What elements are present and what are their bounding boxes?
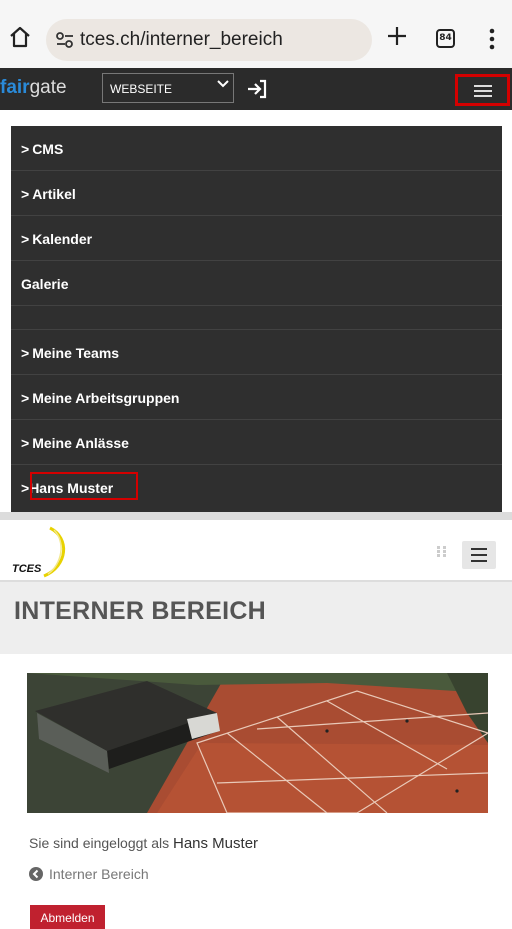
more-options-icon[interactable] xyxy=(488,27,496,51)
menu-item-label: CMS xyxy=(32,141,64,157)
hamburger-icon xyxy=(471,548,487,562)
address-bar[interactable]: tces.ch/interner_bereich xyxy=(46,19,372,61)
menu-toggle-button[interactable] xyxy=(455,74,510,106)
menu-item-kalender[interactable]: > Kalender xyxy=(11,216,502,261)
menu-item-label: Meine Arbeitsgruppen xyxy=(32,390,180,406)
site-header: TCES xyxy=(0,520,512,582)
back-link[interactable]: Interner Bereich xyxy=(29,866,149,882)
user-name: Hans Muster xyxy=(173,835,259,852)
menu-item-label: Galerie xyxy=(21,276,69,292)
menu-item-meine-arbeitsgruppen[interactable]: > Meine Arbeitsgruppen xyxy=(11,375,502,420)
login-icon[interactable] xyxy=(246,78,268,100)
new-tab-icon[interactable] xyxy=(385,24,409,48)
chevron-right-icon: > xyxy=(21,186,30,202)
website-select[interactable]: WEBSEITE xyxy=(102,73,234,103)
menu-spacer xyxy=(11,306,502,330)
chevron-right-icon: > xyxy=(21,231,30,247)
hamburger-icon xyxy=(474,85,492,97)
fairgate-admin-bar: fairgate WEBSEITE xyxy=(0,68,512,110)
browser-toolbar: tces.ch/interner_bereich 84 xyxy=(0,0,512,72)
menu-item-artikel[interactable]: > Artikel xyxy=(11,171,502,216)
website-select-label: WEBSEITE xyxy=(110,82,173,96)
page-title-band: INTERNER BEREICH xyxy=(0,582,512,654)
menu-item-label: Meine Teams xyxy=(32,345,120,361)
menu-item-cms[interactable]: > CMS xyxy=(11,126,502,171)
back-link-label: Interner Bereich xyxy=(49,866,149,882)
apps-grid-icon[interactable] xyxy=(436,545,448,557)
menu-item-meine-teams[interactable]: > Meine Teams xyxy=(11,330,502,375)
menu-item-label: Kalender xyxy=(32,231,93,247)
chevron-right-icon: > xyxy=(21,435,30,451)
logo-text: TCES xyxy=(12,563,42,575)
chevron-right-icon: > xyxy=(21,480,30,496)
highlight-box xyxy=(30,472,138,500)
chevron-right-icon: > xyxy=(21,345,30,361)
site-menu-button[interactable] xyxy=(462,541,496,569)
tennis-court-photo xyxy=(27,673,488,813)
login-status: Sie sind eingeloggt als Hans Muster xyxy=(29,835,258,852)
logout-button[interactable]: Abmelden xyxy=(30,905,105,929)
arrow-left-circle-icon xyxy=(29,867,43,881)
chevron-right-icon: > xyxy=(21,390,30,406)
menu-item-label: Meine Anlässe xyxy=(32,435,129,451)
menu-item-meine-anlaesse[interactable]: > Meine Anlässe xyxy=(11,420,502,465)
divider xyxy=(0,512,512,520)
fairgate-nav-menu: > CMS > Artikel > Kalender Galerie > Meine T… xyxy=(11,126,502,512)
tces-logo[interactable]: TCES xyxy=(10,526,70,578)
login-status-label: Sie sind eingeloggt als xyxy=(29,835,170,851)
page-title: INTERNER BEREICH xyxy=(14,597,267,625)
menu-item-label: Artikel xyxy=(32,186,76,202)
fairgate-logo[interactable]: fairgate xyxy=(0,77,67,99)
tab-switcher-icon[interactable]: 84 xyxy=(436,29,455,48)
url-text: tces.ch/interner_bereich xyxy=(80,29,283,50)
site-settings-icon[interactable] xyxy=(54,29,76,51)
chevron-down-icon xyxy=(217,80,229,88)
chevron-right-icon: > xyxy=(21,141,30,157)
home-icon[interactable] xyxy=(8,25,32,49)
menu-item-galerie[interactable]: Galerie xyxy=(11,261,502,306)
